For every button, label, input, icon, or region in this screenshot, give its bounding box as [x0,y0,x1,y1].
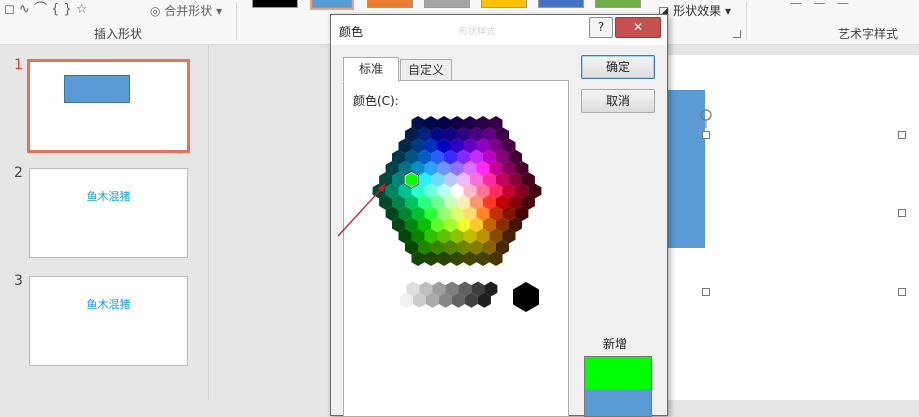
style-swatch[interactable] [252,0,298,8]
new-color-swatch [585,357,651,389]
style-swatch[interactable] [424,0,470,8]
new-color-label: 新增 [603,337,628,351]
resize-handle[interactable] [702,131,710,139]
tab-standard[interactable]: 标准 [343,57,399,82]
help-button[interactable]: ? [589,17,613,38]
slide-thumbnail-1[interactable] [27,59,190,153]
current-color-swatch [585,389,651,416]
wordart-styles-group-label: 艺术字样式 [838,27,899,41]
slide-thumbnail-pane: 1 2 鱼木混猪 3 鱼木混猪 [0,45,209,400]
close-button[interactable]: ✕ [615,17,661,38]
resize-handle[interactable] [898,131,906,139]
slide-number: 1 [14,57,23,73]
style-swatch[interactable] [595,0,641,8]
shape-effects-label: 形状效果 [673,4,722,18]
slide-number: 2 [14,165,23,181]
style-swatch[interactable] [310,0,354,10]
thumbnail-rectangle [64,75,130,103]
merge-shapes-button[interactable]: ◎ 合并形状 ▾ [150,2,222,19]
slide-number: 3 [14,273,23,289]
shape-effects-button[interactable]: ◪ 形状效果 ▾ [658,2,731,19]
merge-shapes-label: 合并形状 [164,4,213,18]
ribbon-divider [746,2,747,40]
resize-handle[interactable] [702,288,710,296]
grayscale-palette[interactable] [344,279,568,319]
dialog-faint-text: 形状样式 [459,27,496,37]
slide-thumbnail-2[interactable]: 鱼木混猪 [29,168,188,258]
style-swatch[interactable] [367,0,413,8]
cancel-button[interactable]: 取消 [581,89,655,113]
dialog-titlebar: 颜色 形状样式 ? ✕ [331,15,667,45]
gray-cell[interactable] [513,282,539,312]
selected-color-cell-inner[interactable] [404,171,419,188]
resize-handle[interactable] [898,209,906,217]
shape-gallery-icons[interactable]: ◻ ∿ ⌒ { } ☆ [4,0,88,17]
color-preview [584,356,652,417]
standard-colors-panel: 颜色(C): [343,80,569,417]
slide-caption: 鱼木混猪 [86,298,131,311]
style-swatch[interactable] [538,0,584,8]
tab-custom[interactable]: 自定义 [400,59,452,81]
resize-handle[interactable] [898,288,906,296]
ribbon-divider [236,2,237,40]
slide-caption: 鱼木混猪 [86,190,131,203]
shape-styles-dialog-launcher[interactable] [733,30,741,38]
slide-thumbnail-3[interactable]: 鱼木混猪 [29,276,188,366]
dialog-title: 颜色 [339,25,364,39]
colors-label: 颜色(C): [353,94,399,108]
ok-button[interactable]: 确定 [581,55,655,79]
wordart-gallery[interactable]: — — — [790,0,849,10]
annotation-arrow [337,183,386,237]
style-swatch[interactable] [481,0,527,8]
insert-shapes-group-label: 插入形状 [94,27,143,41]
rotate-handle-icon[interactable] [698,108,714,128]
